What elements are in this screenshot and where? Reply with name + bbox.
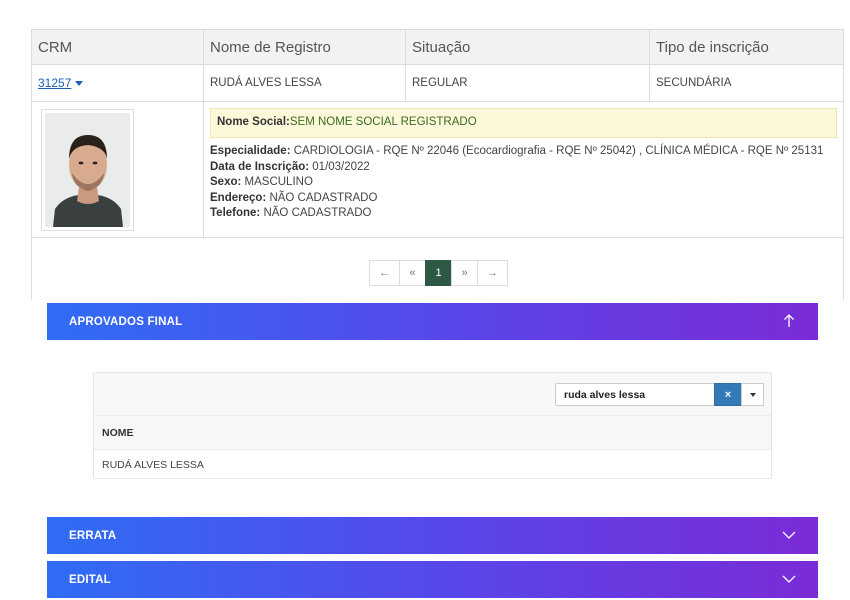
telefone-value: NÃO CADASTRADO (260, 207, 372, 220)
arrow-up-icon[interactable] (780, 312, 798, 330)
caret-down-icon (749, 392, 756, 397)
sexo-value: MASCULINO (241, 176, 313, 189)
photo-frame (41, 109, 134, 231)
search-results-panel: × NOME RUDÁ ALVES LESSA (93, 372, 772, 479)
sexo-line: Sexo: MASCULINO (210, 175, 837, 191)
data-inscricao-value: 01/03/2022 (309, 160, 370, 173)
endereco-line: Endereço: NÃO CADASTRADO (210, 191, 837, 207)
doctor-photo (45, 113, 130, 227)
table-row: 31257 RUDÁ ALVES LESSA REGULAR SECUNDÁRI… (31, 64, 844, 102)
first-page-button[interactable]: ← (369, 260, 400, 286)
crm-results-table: CRM Nome de Registro Situação Tipo de in… (31, 29, 844, 238)
crm-cell: 31257 (31, 64, 204, 102)
caret-down-icon[interactable] (75, 81, 84, 87)
prev-page-button[interactable]: « (399, 260, 426, 286)
detail-row: Nome Social: SEM NOME SOCIAL REGISTRADO … (31, 101, 844, 238)
table-header-row: CRM Nome de Registro Situação Tipo de in… (31, 29, 844, 65)
errata-title: ERRATA (69, 529, 117, 542)
header-tipo-inscricao: Tipo de inscrição (649, 29, 844, 65)
edital-section[interactable]: EDITAL (47, 561, 818, 598)
situacao-cell: REGULAR (405, 64, 650, 102)
especialidade-line: Especialidade: CARDIOLOGIA - RQE Nº 2204… (210, 144, 837, 160)
errata-section[interactable]: ERRATA (47, 517, 818, 554)
header-nome-registro: Nome de Registro (203, 29, 406, 65)
result-row: RUDÁ ALVES LESSA (102, 458, 204, 471)
especialidade-label: Especialidade: (210, 145, 291, 157)
last-page-button[interactable]: → (477, 260, 508, 286)
data-inscricao-label: Data de Inscrição: (210, 160, 310, 173)
detail-info-cell: Nome Social: SEM NOME SOCIAL REGISTRADO … (203, 101, 844, 238)
next-page-button[interactable]: » (451, 260, 478, 286)
nome-social-label: Nome Social: (217, 116, 290, 129)
telefone-line: Telefone: NÃO CADASTRADO (210, 206, 837, 222)
pagination: ← « 1 » → (369, 260, 508, 286)
search-input[interactable] (555, 383, 715, 406)
crm-number-link[interactable]: 31257 (38, 76, 71, 90)
nome-social-box: Nome Social: SEM NOME SOCIAL REGISTRADO (210, 108, 837, 138)
header-crm: CRM (31, 29, 204, 65)
header-situacao: Situação (405, 29, 650, 65)
telefone-label: Telefone: (210, 207, 261, 220)
nome-social-value: SEM NOME SOCIAL REGISTRADO (289, 116, 477, 129)
endereco-label: Endereço: (210, 191, 267, 204)
tipo-cell: SECUNDÁRIA (649, 64, 844, 102)
search-toolbar: × (94, 373, 771, 416)
person-photo-icon (45, 113, 130, 227)
aprovados-final-title: APROVADOS FINAL (69, 315, 183, 328)
edital-title: EDITAL (69, 573, 111, 586)
clear-search-button[interactable]: × (714, 383, 742, 406)
endereco-value: NÃO CADASTRADO (266, 191, 378, 204)
pagination-area: ← « 1 » → (31, 237, 844, 300)
column-header-nome: NOME (94, 416, 771, 450)
photo-cell (31, 101, 204, 238)
aprovados-final-section[interactable]: APROVADOS FINAL (47, 303, 818, 340)
page-1-button[interactable]: 1 (425, 260, 452, 286)
chevron-down-icon[interactable] (780, 526, 798, 544)
sexo-label: Sexo: (210, 176, 242, 189)
nome-cell: RUDÁ ALVES LESSA (203, 64, 406, 102)
dropdown-toggle-button[interactable] (741, 383, 764, 406)
data-inscricao-line: Data de Inscrição: 01/03/2022 (210, 160, 837, 176)
chevron-down-icon[interactable] (780, 570, 798, 588)
especialidade-value: CARDIOLOGIA - RQE Nº 22046 (Ecocardiogra… (290, 145, 824, 157)
